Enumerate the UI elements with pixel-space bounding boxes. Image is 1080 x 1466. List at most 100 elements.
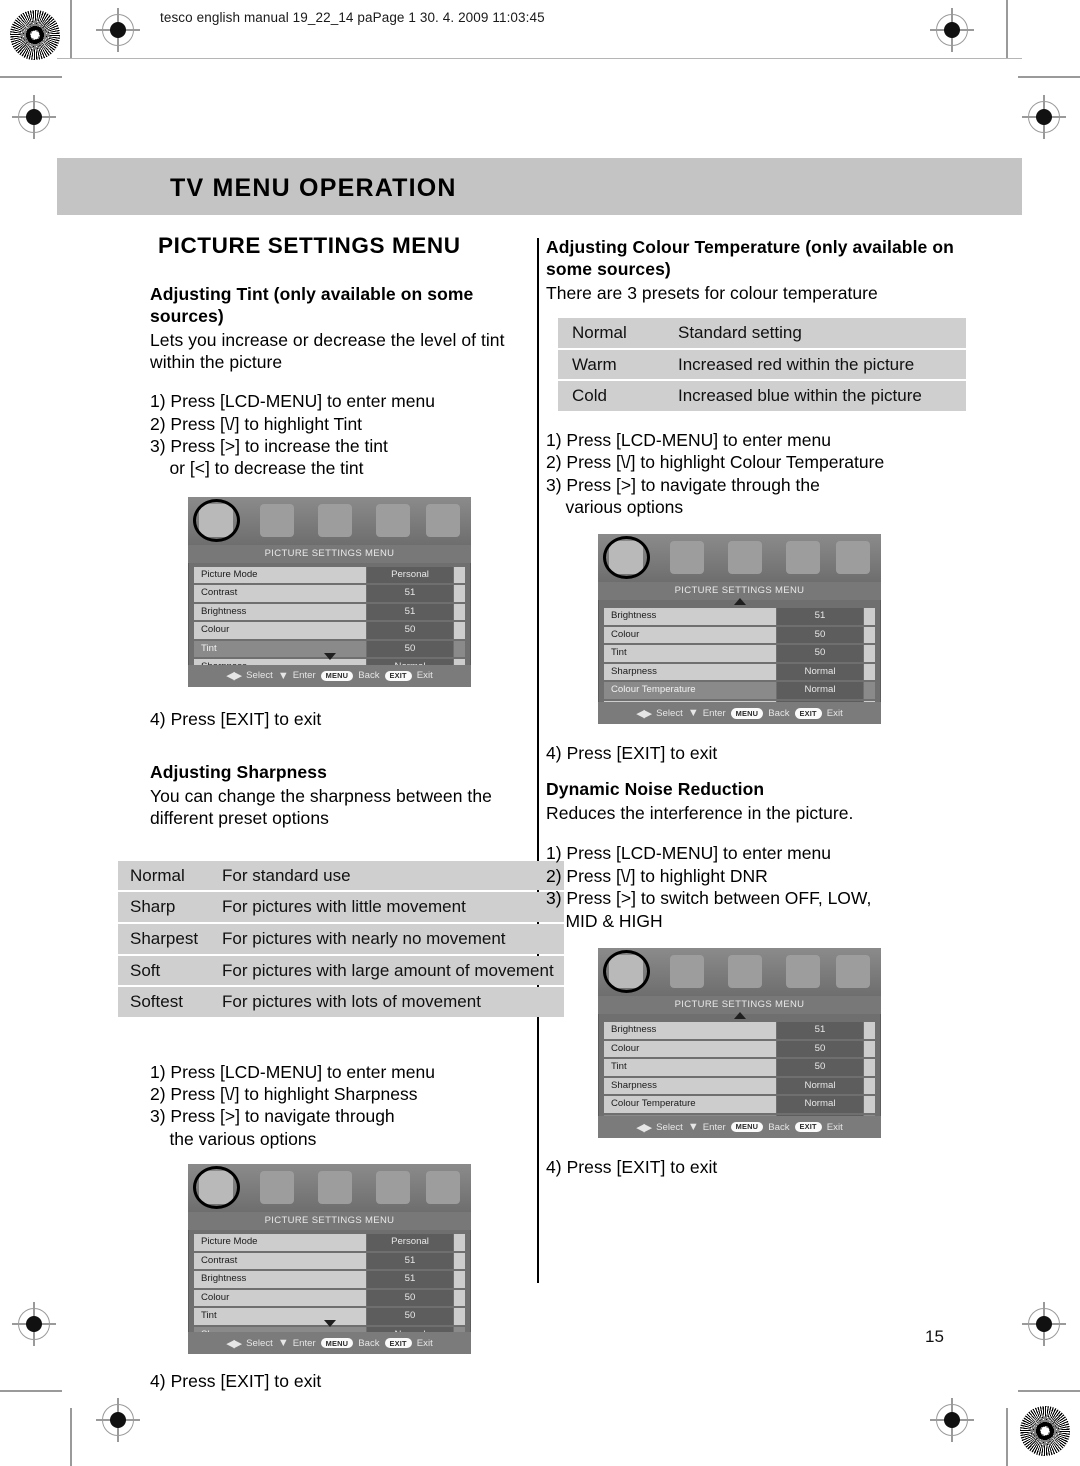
feature-icon [376,1171,410,1205]
tint-step-1: 1) Press [LCD-MENU] to enter menu [150,391,435,412]
exit-key-badge: EXIT [794,1121,822,1133]
osd-row-value: Normal [777,663,863,681]
table-row: Warm Increased red within the picture [558,349,966,380]
left-right-arrow-icon: ◀▶ [226,1337,242,1350]
osd-row-tail [454,585,465,602]
osd-footer-exit: Exit [416,1337,433,1349]
osd-row-value: 50 [367,640,453,658]
sharpness-option-value: For pictures with lots of movement [208,987,564,1017]
osd-row-value: 50 [367,1308,453,1325]
osd-row-tail [454,603,465,621]
osd-row-highlighted: Colour Temperature Normal [604,682,875,699]
osd-footer: ◀▶ Select ▼ Enter MENU Back EXIT Exit [598,1116,881,1139]
colour-temperature-step-1: 1) Press [LCD-MENU] to enter menu [546,429,831,450]
tint-body: Lets you increase or decrease the level … [150,330,505,373]
osd-row: Brightness 51 [604,608,875,625]
osd-panel: PICTURE SETTINGS MENU Picture Mode Person… [188,1164,471,1355]
sharpness-option-value: For pictures with little movement [208,892,564,923]
osd-row: SharpnessNormal [604,1077,875,1095]
registration-mark-top-left [12,95,56,139]
osd-row-value: 51 [367,603,453,621]
osd-row-value: Normal [777,682,863,699]
sharpness-option-value: For pictures with nearly no movement [208,924,564,954]
dnr-heading: Dynamic Noise Reduction [546,779,765,800]
osd-icon-bar [598,948,881,997]
selection-ring-icon [193,498,240,542]
sharpness-step-3-cont: the various options [150,1128,317,1149]
sharpness-step-2: 2) Press [\/] to highlight Sharpness [150,1084,418,1105]
osd-row-label: Contrast [194,585,366,602]
registration-rosette-top-left [10,10,60,60]
osd-footer-back: Back [358,1337,380,1349]
osd-footer-back: Back [768,707,790,719]
right-column: Adjusting Colour Temperature (only avail… [546,236,990,1178]
osd-row-label: Colour [604,626,776,644]
left-right-arrow-icon: ◀▶ [636,707,652,720]
osd-row: Picture Mode Personal [194,566,465,584]
osd-row-list: Picture Mode Personal Contrast 51 Brightne… [194,566,465,678]
osd-row-tail [864,1022,875,1039]
setup-icon [426,503,460,537]
osd-row-tail [864,1077,875,1095]
osd-row-tail [454,1308,465,1325]
section-title: PICTURE SETTINGS MENU [158,233,461,258]
osd-row-tail [454,622,465,639]
registration-mark-bottom-inner-right [930,1398,974,1442]
osd-row-value: Normal [777,1077,863,1095]
sound-icon [260,1171,294,1205]
osd-footer-exit: Exit [826,707,843,719]
scroll-down-arrow-icon [323,652,336,660]
registration-mark-bottom-inner-left [96,1398,140,1442]
osd-row-label: Brightness [604,608,776,625]
osd-icon-bar [188,1164,471,1213]
osd-row-tail [454,1234,465,1251]
osd-icon-bar [188,496,471,545]
osd-row-tail [454,1271,465,1288]
osd-row-tail [864,1040,875,1058]
registration-mark-bottom-right [1022,1302,1066,1346]
tint-step-3-cont: or [<] to decrease the tint [150,458,364,479]
colour-temperature-key: Cold [558,381,664,411]
osd-row-label: Tint [604,1059,776,1076]
osd-screenshot-sharpness: PICTURE SETTINGS MENU Picture Mode Person… [188,1164,530,1355]
dnr-step-3: 3) Press [>] to switch between OFF, LOW, [546,888,872,909]
exit-key-badge: EXIT [384,670,412,681]
setup-icon [836,541,870,575]
dnr-step-2: 2) Press [\/] to highlight DNR [546,865,768,886]
registration-mark-bottom-left [12,1302,56,1346]
colour-temperature-heading: Adjusting Colour Temperature (only avail… [546,237,954,280]
feature-icon [786,541,820,575]
osd-footer-select: Select [656,707,683,719]
colour-temperature-table: Normal Standard setting Warm Increased red… [558,316,966,413]
osd-footer: ◀▶ Select ▼ Enter MENU Back EXIT Exit [598,702,881,725]
osd-row-value: 50 [777,626,863,644]
sharpness-option-key: Sharpest [118,924,209,954]
osd-row-label: Contrast [194,1252,366,1270]
osd-row-tail [454,640,465,658]
tint-steps: 1) Press [LCD-MENU] to enter menu 2) Pre… [150,390,530,480]
table-row: Softest For pictures with lots of movemen… [118,987,564,1017]
exit-key-badge: EXIT [794,708,822,719]
page-number: 15 [925,1327,944,1346]
crop-line-left-horizontal [0,76,62,78]
sharpness-heading: Adjusting Sharpness [150,761,327,782]
screen-icon [728,955,762,989]
crop-line-top-right-vertical [1006,0,1008,58]
osd-row-tail [454,1252,465,1270]
osd-row-label: Picture Mode [194,1234,366,1251]
registration-mark-top-inner-right [930,8,974,52]
down-arrow-icon: ▼ [277,1337,289,1350]
osd-row: Brightness 51 [604,1022,875,1039]
setup-icon [426,1171,460,1205]
osd-row-value: 50 [367,622,453,639]
osd-row-value: 51 [367,1271,453,1288]
sharpness-option-key: Sharp [118,892,209,923]
osd-row: Colour 50 [604,626,875,644]
scroll-up-arrow-icon [733,1012,746,1020]
dnr-step-1: 1) Press [LCD-MENU] to enter menu [546,843,831,864]
osd-panel: PICTURE SETTINGS MENU Brightness 51 Colou… [598,948,881,1139]
osd-footer: ◀▶ Select ▼ Enter MENU Back EXIT Exit [188,1332,471,1355]
feature-icon [376,503,410,537]
dnr-steps: 1) Press [LCD-MENU] to enter menu 2) Pre… [546,842,990,932]
registration-rosette-bottom-right [1020,1406,1070,1456]
